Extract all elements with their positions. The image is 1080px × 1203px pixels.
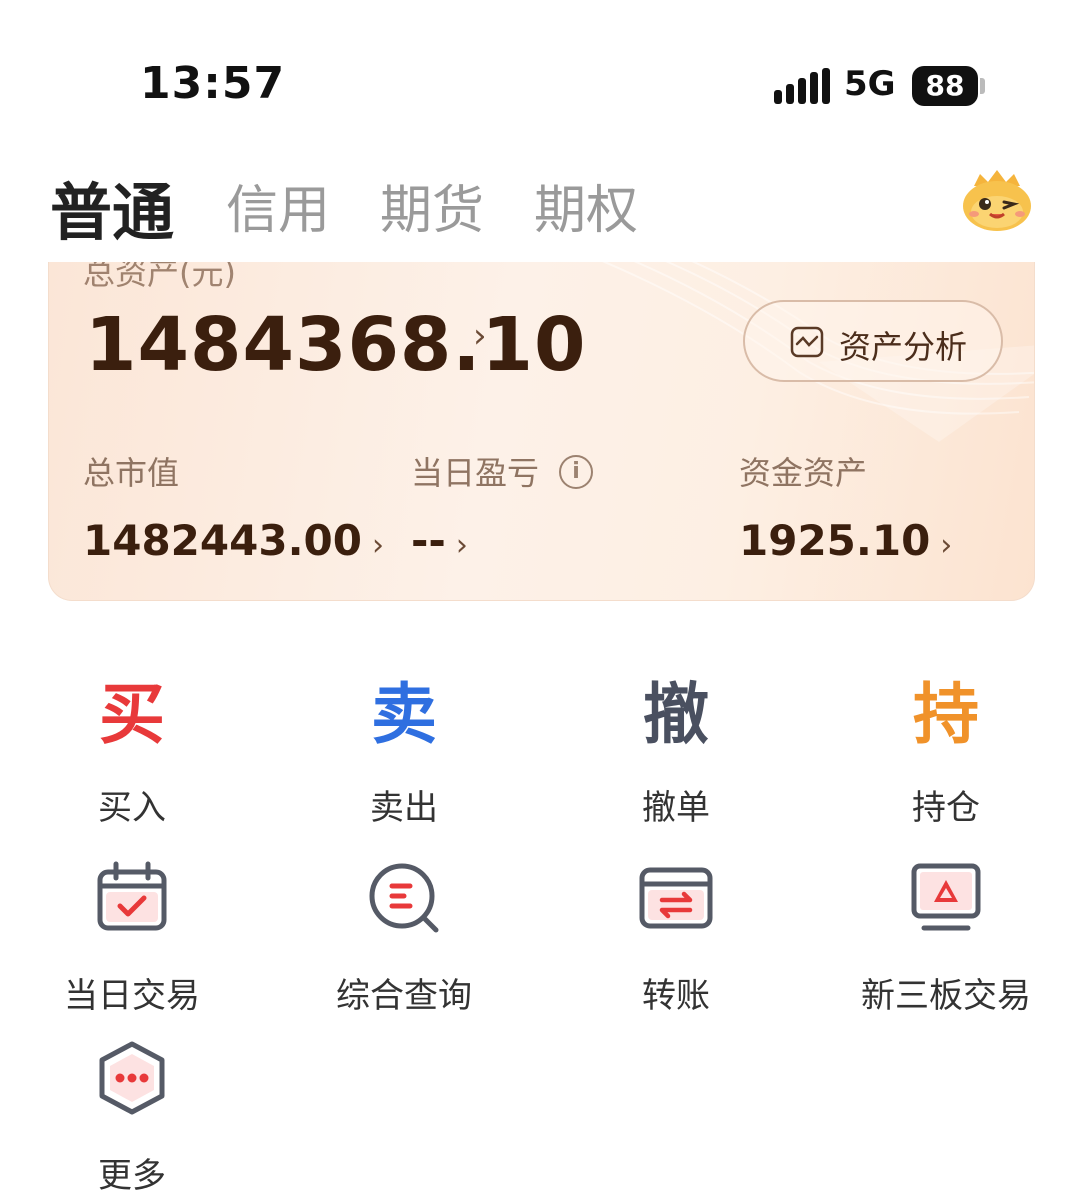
neeq-trading-button[interactable]: 新三板交易 — [846, 858, 1046, 1017]
positions-icon: 持 — [913, 676, 979, 753]
metric-daily-pnl[interactable]: 当日盈亏 i -- › — [411, 448, 594, 565]
chevron-right-icon: › — [455, 528, 468, 563]
tab-options[interactable]: 期权 — [534, 168, 638, 243]
metric-value: -- › — [411, 516, 468, 565]
battery-icon: 88 — [912, 66, 978, 106]
cancel-order-label: 撤单 — [642, 788, 710, 828]
cancel-order-button[interactable]: 撤 撤单 — [576, 670, 776, 829]
positions-label: 持仓 — [912, 788, 980, 828]
positions-button[interactable]: 持 持仓 — [846, 670, 1046, 829]
info-icon[interactable]: i — [559, 455, 594, 489]
tab-normal[interactable]: 普通 — [50, 162, 174, 252]
query-label: 综合查询 — [336, 976, 472, 1016]
mascot-avatar-icon[interactable] — [960, 168, 1034, 234]
neeq-trading-label: 新三板交易 — [861, 976, 1031, 1016]
monitor-icon — [911, 863, 981, 931]
signal-icon — [774, 68, 830, 104]
more-label: 更多 — [98, 1156, 166, 1196]
metric-label: 当日盈亏 i — [411, 448, 594, 494]
metric-cash-assets[interactable]: 资金资产 1925.10 › — [739, 448, 952, 565]
sell-icon: 卖 — [371, 676, 437, 753]
status-bar: 13:57 5G 88 — [0, 0, 1080, 130]
asset-card: 总资产(元) 1484368.10 › 资产分析 总市值 1482443.00 ›… — [48, 262, 1035, 601]
chevron-right-icon[interactable]: › — [473, 316, 487, 356]
analysis-chart-icon — [790, 326, 824, 358]
search-query-icon — [369, 863, 439, 933]
transfer-card-icon — [639, 867, 713, 929]
cancel-order-icon: 撤 — [643, 676, 709, 753]
transfer-button[interactable]: 转账 — [576, 858, 776, 1017]
network-type: 5G — [844, 64, 896, 104]
query-button[interactable]: 综合查询 — [304, 858, 504, 1017]
total-assets-value[interactable]: 1484368.10 — [85, 302, 587, 388]
total-assets-label: 总资产(元) — [83, 262, 236, 292]
buy-button[interactable]: 买 买入 — [32, 670, 232, 829]
more-hexagon-icon — [99, 1041, 165, 1115]
metric-label: 资金资产 — [739, 454, 868, 492]
tab-futures[interactable]: 期货 — [380, 168, 484, 243]
metric-market-value[interactable]: 总市值 1482443.00 › — [83, 448, 384, 565]
metric-value: 1925.10 › — [739, 516, 953, 565]
buy-icon: 买 — [99, 676, 165, 753]
sell-button[interactable]: 卖 卖出 — [304, 670, 504, 829]
sell-label: 卖出 — [370, 788, 438, 828]
asset-analysis-button[interactable]: 资产分析 — [743, 300, 1003, 382]
transfer-label: 转账 — [642, 976, 710, 1016]
chevron-right-icon: › — [940, 528, 953, 563]
calendar-check-icon — [97, 861, 167, 931]
chevron-right-icon: › — [371, 528, 384, 563]
metric-value: 1482443.00 › — [83, 516, 384, 565]
metric-label: 总市值 — [83, 454, 180, 492]
daily-trades-button[interactable]: 当日交易 — [32, 858, 232, 1017]
more-button[interactable]: 更多 — [32, 1038, 232, 1197]
daily-trades-label: 当日交易 — [64, 976, 200, 1016]
asset-analysis-label: 资产分析 — [839, 328, 968, 366]
tab-credit[interactable]: 信用 — [226, 168, 330, 243]
buy-label: 买入 — [98, 788, 166, 828]
battery-tip — [980, 78, 985, 94]
status-time: 13:57 — [140, 58, 286, 109]
